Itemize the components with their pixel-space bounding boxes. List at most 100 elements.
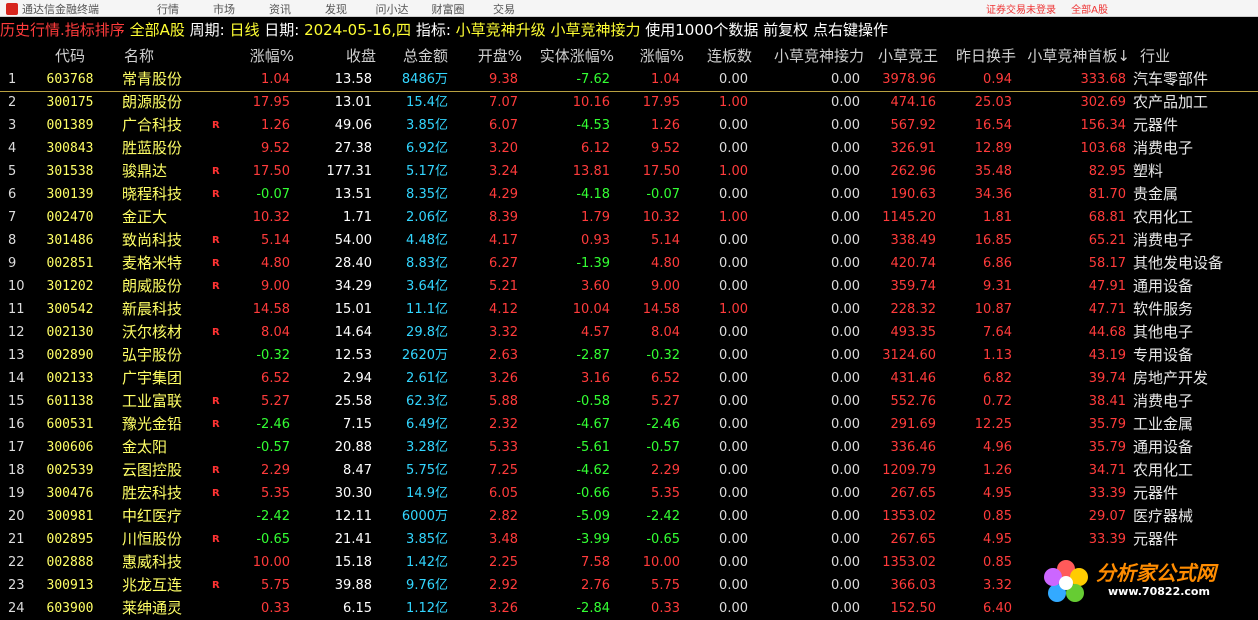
header-relay[interactable]: 小草竞神接力 [756, 44, 864, 68]
industry: 其他电子 [1133, 321, 1257, 344]
header-king[interactable]: 小草竞王 [866, 44, 938, 68]
change-pct-2: -2.42 [618, 505, 680, 528]
row-index: 22 [8, 551, 36, 574]
change-pct-2: -0.07 [618, 183, 680, 206]
table-row[interactable]: 3001389广合科技R1.2649.063.85亿6.07-4.531.260… [0, 114, 1258, 137]
body-change-pct: 1.79 [526, 206, 610, 229]
limit-count: 0.00 [688, 114, 748, 137]
header-turnover[interactable]: 昨日换手 [942, 44, 1016, 68]
table-row[interactable]: 8301486致尚科技R5.1454.004.48亿4.170.935.140.… [0, 229, 1258, 252]
table-row[interactable]: 15601138工业富联R5.2725.5862.3亿5.88-0.585.27… [0, 390, 1258, 413]
menu-item-discover[interactable]: 发现 [308, 1, 364, 17]
first-board-value: 35.79 [1016, 413, 1126, 436]
header-limit-count[interactable]: 连板数 [688, 44, 752, 68]
table-row[interactable]: 9002851麦格米特R4.8028.408.83亿6.27-1.394.800… [0, 252, 1258, 275]
stock-name: 莱绅通灵 [122, 597, 202, 620]
menu-item-trade[interactable]: 交易 [476, 1, 532, 17]
table-row[interactable]: 7002470金正大10.321.712.06亿8.391.7910.321.0… [0, 206, 1258, 229]
change-pct-2: 5.35 [618, 482, 680, 505]
change-pct: -0.32 [220, 344, 290, 367]
first-board-value: 35.79 [1016, 436, 1126, 459]
king-value: 228.32 [866, 298, 936, 321]
first-board-value: 68.81 [1016, 206, 1126, 229]
open-pct: 4.12 [452, 298, 518, 321]
indicator-value[interactable]: 小草竞神升级 小草竞神接力 [456, 21, 641, 39]
table-row[interactable]: 14002133广宇集团6.522.942.61亿3.263.166.520.0… [0, 367, 1258, 390]
menu-item-news[interactable]: 资讯 [252, 1, 308, 17]
table-row[interactable]: 1603768常青股份1.0413.588486万9.38-7.621.040.… [0, 68, 1258, 92]
stock-name: 中红医疗 [122, 505, 202, 528]
total-amount: 6.49亿 [380, 413, 448, 436]
king-value: 359.74 [866, 275, 936, 298]
king-value: 1353.02 [866, 551, 936, 574]
header-code[interactable]: 代码 [40, 44, 100, 68]
change-pct-2: 1.26 [618, 114, 680, 137]
first-board-value: 29.07 [1016, 505, 1126, 528]
header-first-board[interactable]: 小草竞神首板↓ [1016, 44, 1130, 68]
period-value[interactable]: 日线 [229, 21, 259, 39]
table-row[interactable]: 12002130沃尔核材R8.0414.6429.8亿3.324.578.040… [0, 321, 1258, 344]
king-value: 152.50 [866, 597, 936, 620]
turnover-value: 4.95 [942, 528, 1012, 551]
menu-item-market[interactable]: 行情 [140, 1, 196, 17]
header-amount[interactable]: 总金额 [380, 44, 448, 68]
date-value[interactable]: 2024-05-16,四 [304, 21, 411, 39]
row-index: 14 [8, 367, 36, 390]
table-row[interactable]: 18002539云图控股R2.298.475.75亿7.25-4.622.290… [0, 459, 1258, 482]
turnover-value: 34.36 [942, 183, 1012, 206]
menu-item-ask[interactable]: 问小达 [364, 1, 420, 17]
menu-item-wealth[interactable]: 财富圈 [420, 1, 476, 17]
limit-count: 0.00 [688, 275, 748, 298]
table-row[interactable]: 11300542新晨科技14.5815.0111.1亿4.1210.0414.5… [0, 298, 1258, 321]
industry: 专用设备 [1133, 344, 1257, 367]
change-pct-2: 4.80 [618, 252, 680, 275]
open-pct: 5.33 [452, 436, 518, 459]
open-pct: 3.26 [452, 597, 518, 620]
stock-name: 朗源股份 [122, 91, 202, 114]
total-amount: 1.12亿 [380, 597, 448, 620]
change-pct-2: 5.14 [618, 229, 680, 252]
table-row[interactable]: 21002895川恒股份R-0.6521.413.85亿3.48-3.99-0.… [0, 528, 1258, 551]
header-close[interactable]: 收盘 [300, 44, 376, 68]
industry: 农用化工 [1133, 206, 1257, 229]
scope-label[interactable]: 全部A股 [130, 21, 185, 39]
login-status-text[interactable]: 证券交易未登录 [986, 5, 1056, 16]
table-row[interactable]: 2300175朗源股份17.9513.0115.4亿7.0710.1617.95… [0, 91, 1258, 114]
body-change-pct: -5.09 [526, 505, 610, 528]
turnover-value: 0.94 [942, 68, 1012, 91]
industry: 汽车零部件 [1133, 68, 1257, 91]
body-change-pct: -4.62 [526, 459, 610, 482]
header-industry[interactable]: 行业 [1140, 44, 1200, 68]
board-status-text[interactable]: 全部A股 [1071, 5, 1108, 16]
header-name[interactable]: 名称 [124, 44, 204, 68]
limit-count: 0.00 [688, 505, 748, 528]
change-pct: -0.07 [220, 183, 290, 206]
limit-count: 1.00 [688, 206, 748, 229]
table-row[interactable]: 5301538骏鼎达R17.50177.315.17亿3.2413.8117.5… [0, 160, 1258, 183]
header-open[interactable]: 开盘% [452, 44, 522, 68]
stock-name: 沃尔核材 [122, 321, 202, 344]
menu-item-markets[interactable]: 市场 [196, 1, 252, 17]
table-row[interactable]: 19300476胜宏科技R5.3530.3014.9亿6.05-0.665.35… [0, 482, 1258, 505]
relay-value: 0.00 [756, 528, 860, 551]
change-pct: 9.00 [220, 275, 290, 298]
row-index: 13 [8, 344, 36, 367]
table-row[interactable]: 6300139晓程科技R-0.0713.518.35亿4.29-4.18-0.0… [0, 183, 1258, 206]
table-row[interactable]: 13002890弘宇股份-0.3212.532620万2.63-2.87-0.3… [0, 344, 1258, 367]
turnover-value: 0.85 [942, 551, 1012, 574]
header-change-2[interactable]: 涨幅% [618, 44, 684, 68]
table-row[interactable]: 20300981中红医疗-2.4212.116000万2.82-5.09-2.4… [0, 505, 1258, 528]
table-row[interactable]: 10301202朗威股份R9.0034.293.64亿5.213.609.000… [0, 275, 1258, 298]
close-price: 30.30 [300, 482, 372, 505]
limit-count: 0.00 [688, 229, 748, 252]
body-change-pct: -4.67 [526, 413, 610, 436]
header-body-change[interactable]: 实体涨幅% [526, 44, 614, 68]
close-price: 7.15 [300, 413, 372, 436]
row-index: 17 [8, 436, 36, 459]
table-row[interactable]: 4300843胜蓝股份9.5227.386.92亿3.206.129.520.0… [0, 137, 1258, 160]
header-change[interactable]: 涨幅% [220, 44, 294, 68]
table-row[interactable]: 16600531豫光金铅R-2.467.156.49亿2.32-4.67-2.4… [0, 413, 1258, 436]
industry: 农用化工 [1133, 459, 1257, 482]
table-row[interactable]: 17300606金太阳-0.5720.883.28亿5.33-5.61-0.57… [0, 436, 1258, 459]
change-pct-2: 14.58 [618, 298, 680, 321]
